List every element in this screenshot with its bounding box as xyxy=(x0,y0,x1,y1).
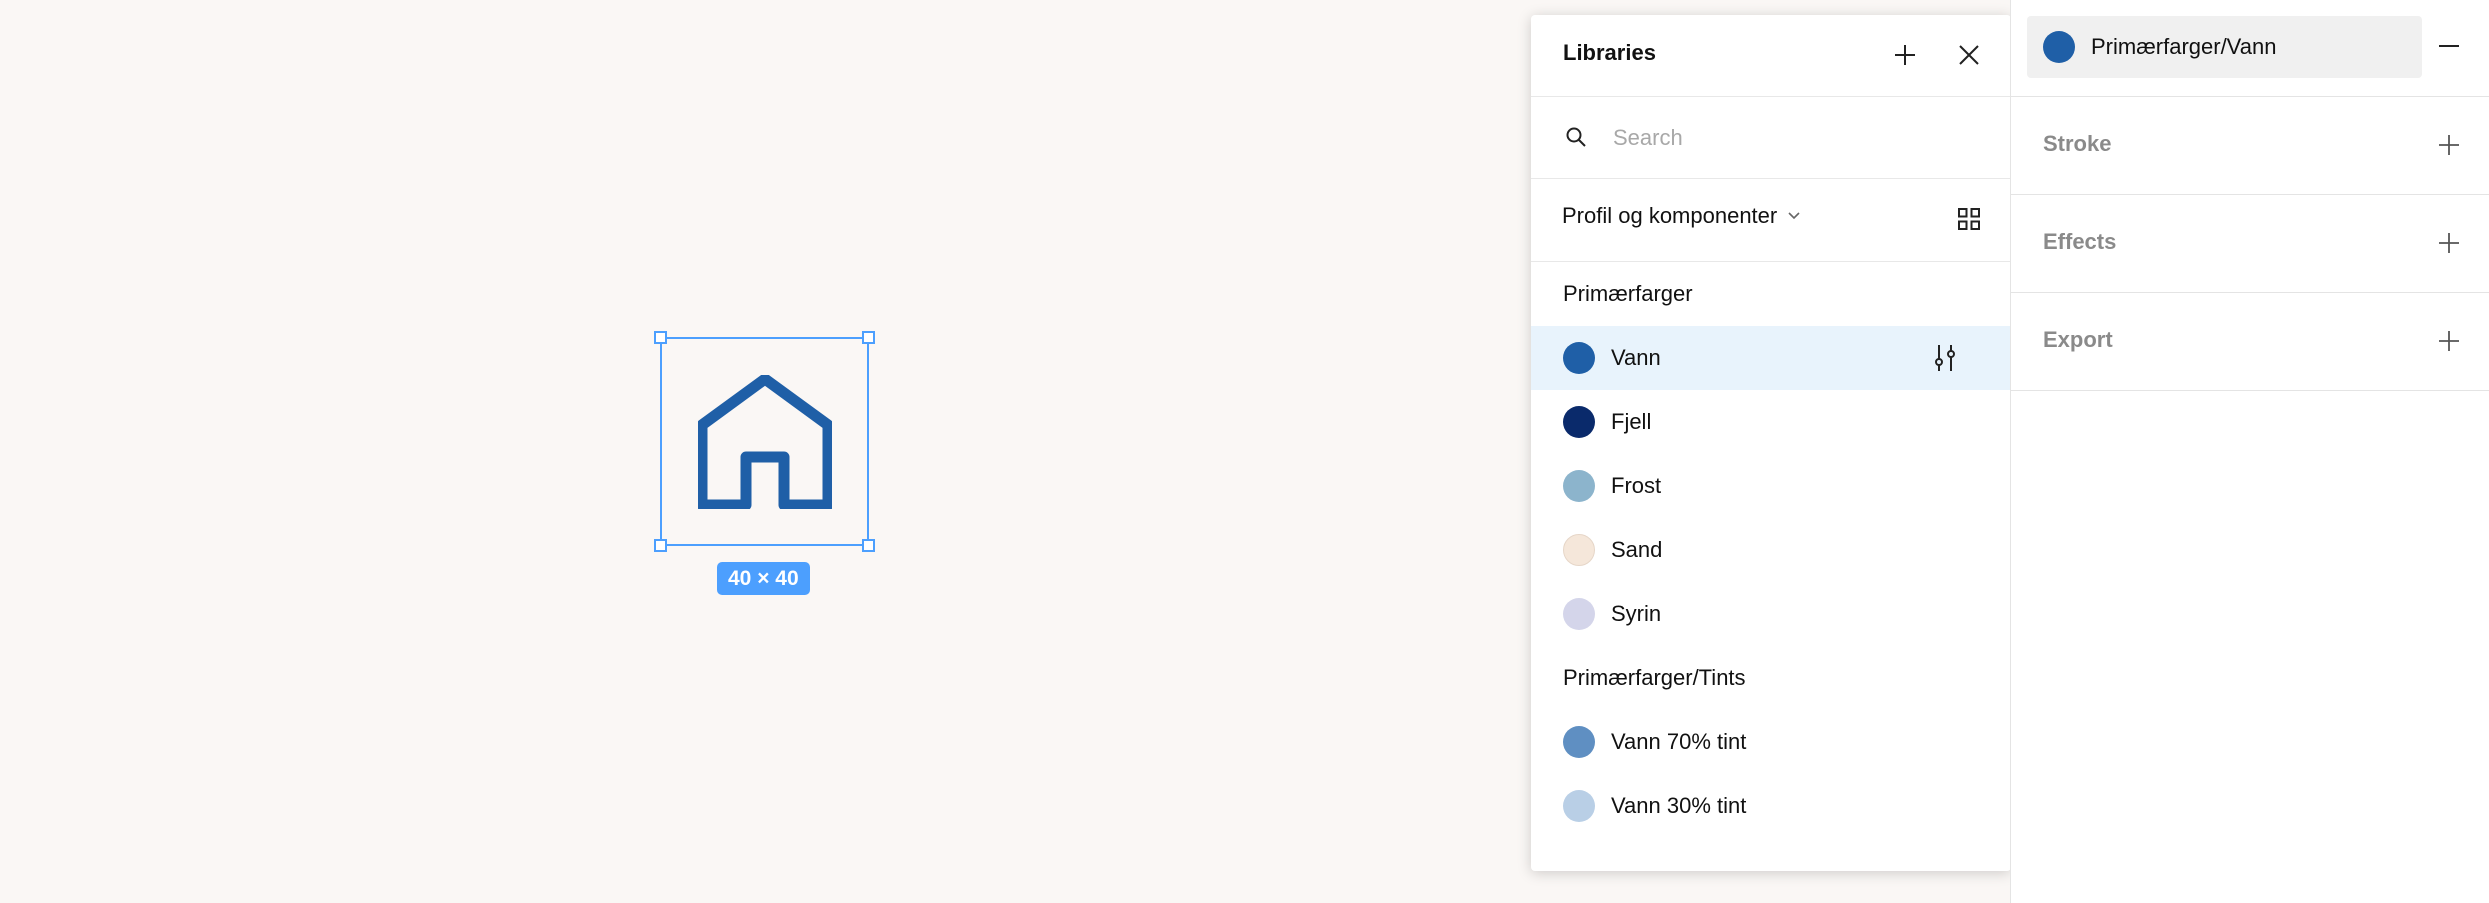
search-icon xyxy=(1566,127,1586,147)
library-filter-bar: Profil og komponenter xyxy=(1531,179,2011,262)
grid-view-button[interactable] xyxy=(1949,199,1989,239)
color-swatch xyxy=(1563,726,1595,758)
color-style-name: Frost xyxy=(1611,473,1662,498)
edit-style-button[interactable] xyxy=(1925,338,1965,378)
plus-icon xyxy=(2439,233,2459,253)
resize-handle-bottom-left[interactable] xyxy=(654,539,667,552)
color-style-name: Vann 30% tint xyxy=(1611,793,1747,818)
color-swatch xyxy=(1563,342,1595,374)
color-style-vann-70-tint[interactable]: Vann 70% tint xyxy=(1531,710,2011,774)
color-swatch xyxy=(1563,470,1595,502)
plus-icon xyxy=(2439,331,2459,351)
libraries-header: Libraries xyxy=(1531,15,2011,97)
color-style-name: Syrin xyxy=(1611,601,1662,626)
plus-icon xyxy=(1895,45,1915,65)
selected-frame[interactable] xyxy=(654,331,875,552)
add-export-button[interactable] xyxy=(2429,321,2469,361)
color-style-fjell[interactable]: Fjell xyxy=(1531,390,2011,454)
add-style-button[interactable] xyxy=(1885,35,1925,75)
resize-handle-top-left[interactable] xyxy=(654,331,667,344)
chevron-down-icon xyxy=(1788,212,1800,220)
close-icon xyxy=(1959,45,1979,65)
fill-style-selector[interactable]: Primærfarger/Vann xyxy=(2027,16,2422,78)
remove-fill-button[interactable] xyxy=(2429,26,2469,66)
fill-color-swatch xyxy=(2043,31,2075,63)
search-bar xyxy=(1531,97,2011,179)
color-style-frost[interactable]: Frost xyxy=(1531,454,2011,518)
color-swatch xyxy=(1563,598,1595,630)
library-filter-dropdown[interactable]: Profil og komponenter xyxy=(1562,203,1801,229)
libraries-panel: Libraries Profil og komponenter Primærfa… xyxy=(1531,15,2011,871)
search-input[interactable] xyxy=(1611,119,1975,157)
selection-size-badge: 40 × 40 xyxy=(717,562,810,595)
color-swatch xyxy=(1563,406,1595,438)
close-button[interactable] xyxy=(1949,35,1989,75)
color-style-syrin[interactable]: Syrin xyxy=(1531,582,2011,646)
home-icon xyxy=(698,375,832,509)
minus-icon xyxy=(2439,45,2459,47)
color-style-sand[interactable]: Sand xyxy=(1531,518,2011,582)
effects-title: Effects xyxy=(2043,229,2117,254)
color-style-name: Fjell xyxy=(1611,409,1652,434)
export-title: Export xyxy=(2043,327,2113,352)
add-effect-button[interactable] xyxy=(2429,223,2469,263)
properties-panel: Primærfarger/Vann Stroke Effects Export xyxy=(2010,0,2489,903)
fill-section: Primærfarger/Vann xyxy=(2011,0,2489,97)
adjust-icon xyxy=(1935,345,1955,371)
library-filter-label: Profil og komponenter xyxy=(1562,203,1778,228)
effects-section: Effects xyxy=(2011,195,2489,293)
color-style-vann[interactable]: Vann xyxy=(1531,326,2011,390)
color-style-list: Primærfarger Vann Fjell Frost Sand Syrin… xyxy=(1531,262,2011,838)
stroke-title: Stroke xyxy=(2043,131,2112,156)
color-style-vann-30-tint[interactable]: Vann 30% tint xyxy=(1531,774,2011,838)
grid-view-icon xyxy=(1958,208,1980,230)
export-section: Export xyxy=(2011,293,2489,391)
color-style-name: Vann xyxy=(1611,345,1661,370)
resize-handle-top-right[interactable] xyxy=(862,331,875,344)
resize-handle-bottom-right[interactable] xyxy=(862,539,875,552)
plus-icon xyxy=(2439,135,2459,155)
add-stroke-button[interactable] xyxy=(2429,125,2469,165)
stroke-section: Stroke xyxy=(2011,97,2489,195)
section-title: Primærfarger/Tints xyxy=(1563,665,1746,690)
libraries-title: Libraries xyxy=(1563,40,1656,65)
color-style-name: Vann 70% tint xyxy=(1611,729,1747,754)
color-swatch xyxy=(1563,790,1595,822)
color-swatch xyxy=(1563,534,1595,566)
section-title: Primærfarger xyxy=(1563,281,1693,306)
fill-style-name: Primærfarger/Vann xyxy=(2091,34,2277,59)
color-style-name: Sand xyxy=(1611,537,1663,562)
